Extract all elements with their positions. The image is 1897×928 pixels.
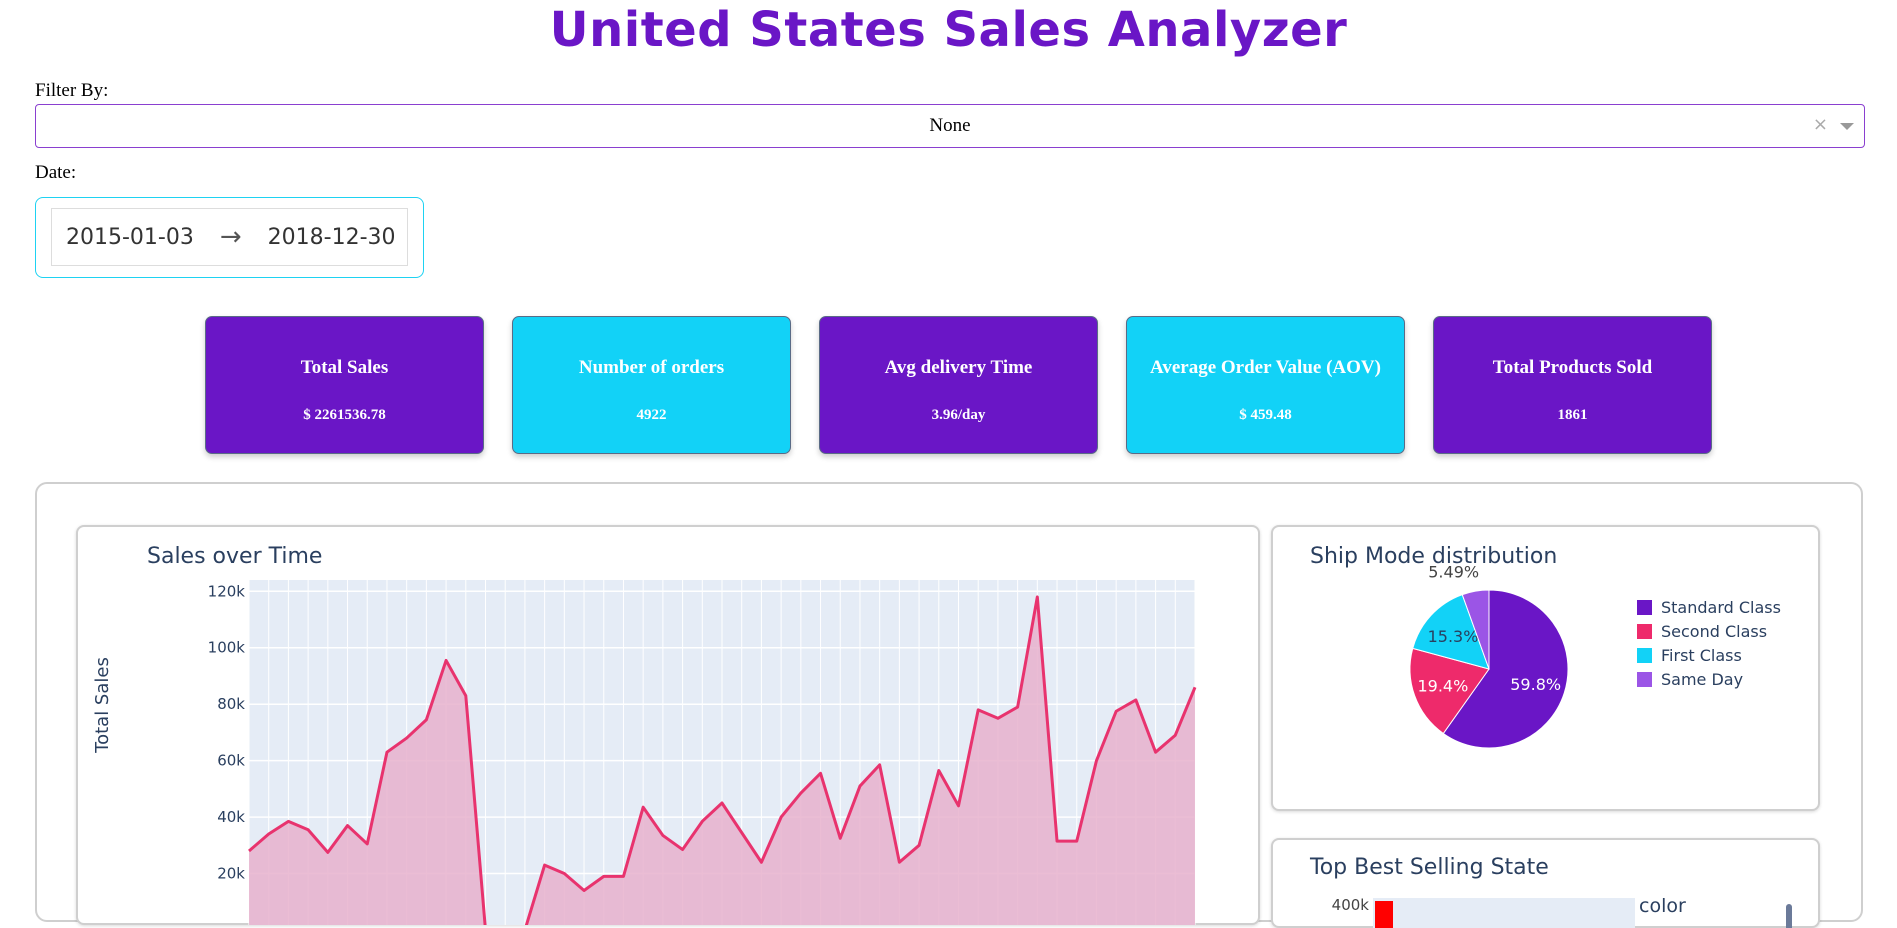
state-legend-title: color — [1639, 895, 1686, 917]
pie-label: 19.4% — [1417, 677, 1468, 696]
legend-item: First Class — [1661, 646, 1742, 665]
state-chart-card: Top Best Selling State 400k color — [1271, 838, 1820, 928]
kpi-card-total-products-sold: Total Products Sold 1861 — [1433, 316, 1712, 454]
date-range-picker: 2015-01-03 → 2018-12-30 — [35, 197, 424, 278]
kpi-value: $ 459.48 — [1127, 407, 1404, 424]
legend-swatch — [1637, 600, 1652, 615]
chevron-down-icon[interactable] — [1840, 123, 1854, 130]
y-tick-label: 100k — [208, 639, 246, 657]
y-tick-label: 60k — [217, 752, 245, 770]
legend-swatch — [1637, 624, 1652, 639]
y-tick-label: 40k — [217, 808, 245, 826]
y-axis-label: Total Sales — [92, 657, 113, 754]
kpi-card-number-of-orders: Number of orders 4922 — [512, 316, 791, 454]
kpi-title: Total Sales — [206, 357, 483, 379]
colorbar-scroll[interactable] — [1786, 904, 1792, 928]
kpi-card-aov: Average Order Value (AOV) $ 459.48 — [1126, 316, 1405, 454]
kpi-value: 3.96/day — [820, 407, 1097, 424]
pie-label: 59.8% — [1510, 675, 1561, 694]
legend-swatch — [1637, 672, 1652, 687]
filter-selected-value: None — [929, 115, 970, 137]
pie-chart-card: Ship Mode distribution 59.8%19.4%15.3%5.… — [1271, 525, 1820, 811]
date-range-input: 2015-01-03 → 2018-12-30 — [51, 208, 408, 266]
arrow-right-icon: → — [220, 222, 242, 252]
state-plot-area — [1373, 898, 1635, 928]
sales-chart: 20k 40k 60k 80k 100k 120k Total Sales — [76, 525, 1260, 925]
start-date-input[interactable]: 2015-01-03 — [66, 225, 194, 250]
y-tick-label: 120k — [208, 582, 246, 600]
legend-item: Same Day — [1661, 670, 1743, 689]
date-label: Date: — [35, 162, 76, 184]
kpi-title: Number of orders — [513, 357, 790, 379]
kpi-value: $ 2261536.78 — [206, 407, 483, 424]
kpi-title: Avg delivery Time — [820, 357, 1097, 379]
y-tick-label: 20k — [217, 865, 245, 883]
state-chart: 400k color — [1271, 838, 1820, 928]
sales-chart-card: Sales over Time 20k40k60k80k100k120kTota… — [76, 525, 1260, 925]
pie-label: 15.3% — [1428, 627, 1479, 646]
kpi-title: Average Order Value (AOV) — [1127, 357, 1404, 379]
kpi-value: 1861 — [1434, 407, 1711, 424]
pie-chart: 59.8% 19.4% 15.3% 5.49% Standard Class Second… — [1271, 525, 1820, 811]
end-date-input[interactable]: 2018-12-30 — [268, 225, 396, 250]
state-bar — [1375, 901, 1393, 928]
filter-dropdown[interactable]: None × — [35, 104, 1865, 148]
legend-swatch — [1637, 648, 1652, 663]
state-y-tick: 400k — [1332, 896, 1370, 914]
kpi-value: 4922 — [513, 407, 790, 424]
legend-item: Second Class — [1661, 622, 1767, 641]
filter-label: Filter By: — [35, 80, 108, 102]
kpi-title: Total Products Sold — [1434, 357, 1711, 379]
y-tick-label: 80k — [217, 695, 245, 713]
clear-icon[interactable]: × — [1813, 114, 1828, 135]
page-title: United States Sales Analyzer — [0, 2, 1897, 58]
kpi-card-total-sales: Total Sales $ 2261536.78 — [205, 316, 484, 454]
pie-label: 5.49% — [1428, 562, 1479, 581]
kpi-card-avg-delivery-time: Avg delivery Time 3.96/day — [819, 316, 1098, 454]
legend-item: Standard Class — [1661, 598, 1781, 617]
